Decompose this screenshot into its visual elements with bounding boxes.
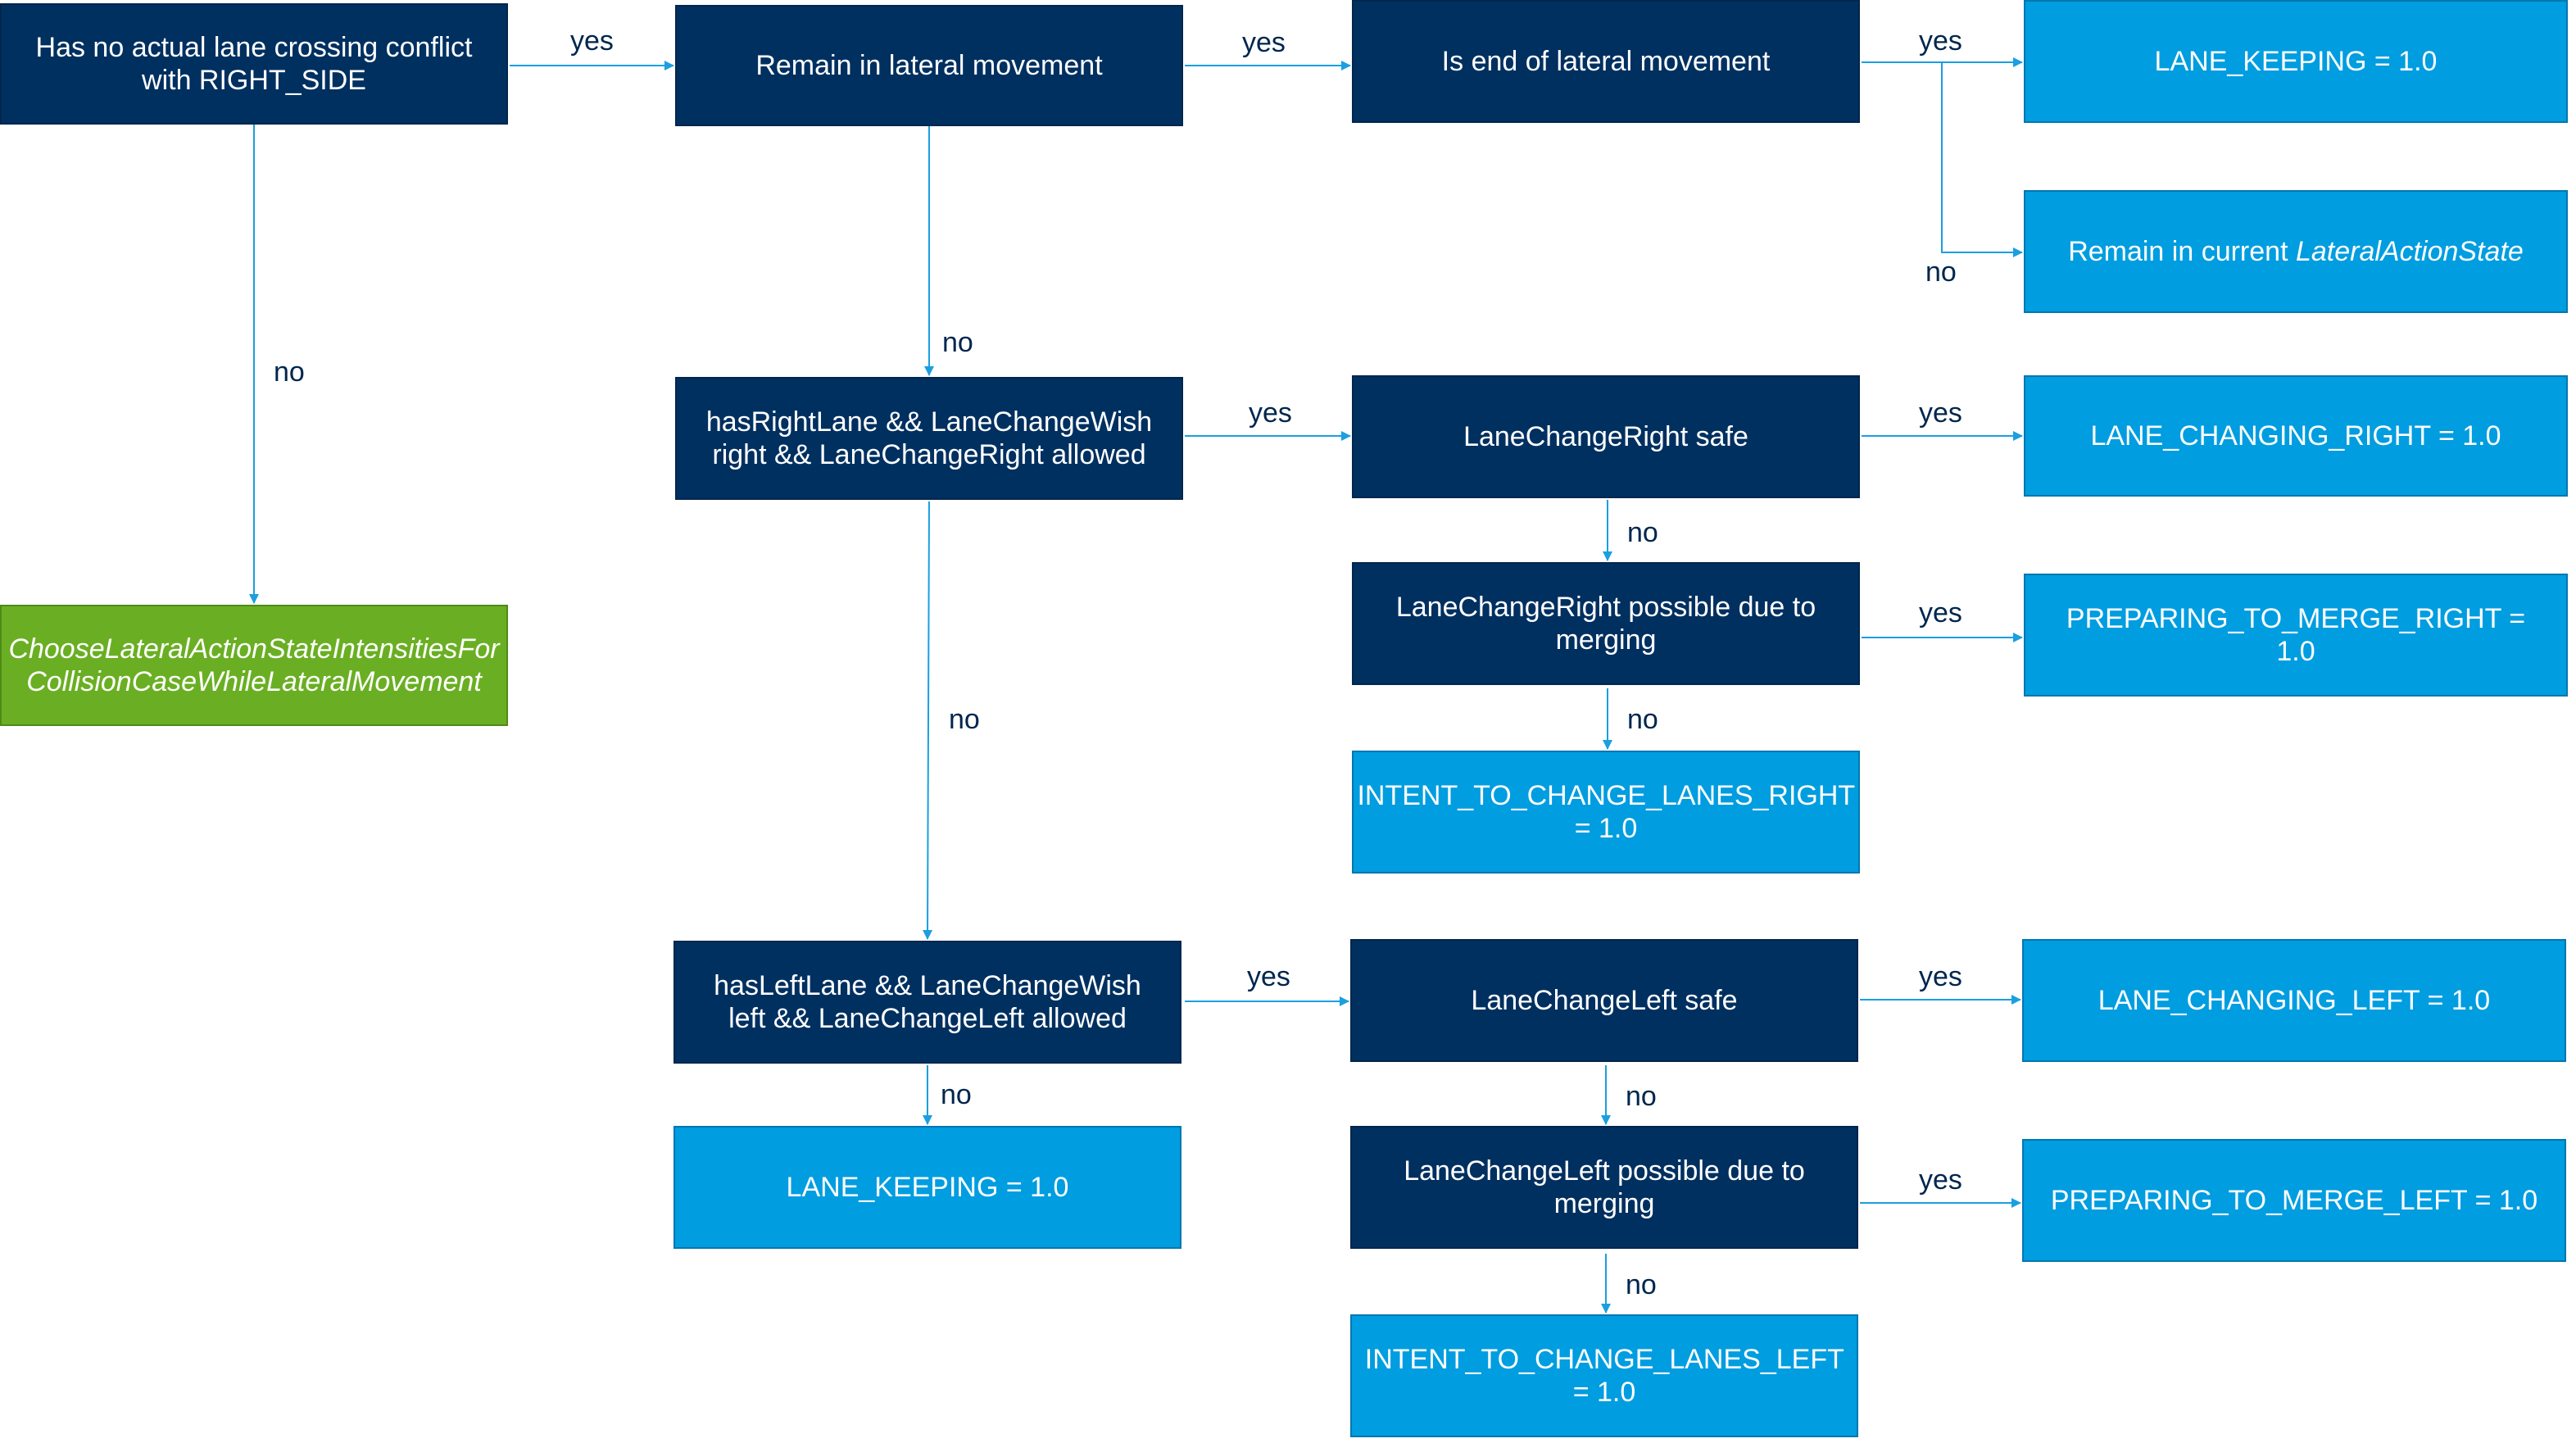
node-remain-current-state: Remain in current LateralActionState — [2024, 190, 2568, 313]
node-text: LaneChangeRight possible due to merging — [1395, 592, 1816, 656]
edge-label-yes: yes — [1249, 397, 1292, 429]
edge-label-no: no — [1925, 256, 1957, 288]
edge-label-no: no — [274, 356, 305, 388]
edge-end-no — [1941, 62, 2023, 257]
node-lcl-merging: LaneChangeLeft possible due to merging — [1350, 1126, 1858, 1249]
node-text: LaneChangeLeft safe — [1471, 985, 1738, 1016]
node-text-italic: LateralActionState — [2295, 236, 2524, 267]
node-text: ChooseLateralActionStateIntensitiesFor C… — [8, 633, 500, 697]
node-prep-merge-left: PREPARING_TO_MERGE_LEFT = 1.0 — [2022, 1139, 2566, 1262]
node-text: LANE_CHANGING_LEFT = 1.0 — [2098, 985, 2491, 1016]
node-lcr-merging: LaneChangeRight possible due to merging — [1352, 562, 1860, 685]
node-text: LANE_KEEPING = 1.0 — [2154, 46, 2438, 77]
node-text: Remain in current LateralActionState — [2068, 235, 2524, 268]
node-text: LANE_CHANGING_RIGHT = 1.0 — [2090, 420, 2501, 452]
edge-hasright-no — [923, 501, 933, 940]
edge-label-yes: yes — [1919, 1164, 1962, 1196]
node-remain-lateral: Remain in lateral movement — [675, 5, 1183, 126]
node-text: LaneChangeLeft possible due to merging — [1404, 1155, 1805, 1219]
node-intent-left: INTENT_TO_CHANGE_LANES_LEFT = 1.0 — [1350, 1314, 1858, 1437]
node-text-plain: Remain in current — [2068, 236, 2296, 267]
edge-label-no: no — [941, 1079, 972, 1110]
node-text: LaneChangeRight safe — [1463, 421, 1748, 452]
node-text: INTENT_TO_CHANGE_LANES_RIGHT = 1.0 — [1357, 780, 1856, 844]
node-lcl-safe: LaneChangeLeft safe — [1350, 939, 1858, 1062]
node-end-lateral: Is end of lateral movement — [1352, 0, 1860, 123]
node-lane-keeping-left: LANE_KEEPING = 1.0 — [673, 1126, 1181, 1249]
node-text: PREPARING_TO_MERGE_RIGHT = 1.0 — [2066, 603, 2526, 667]
node-has-left-lane: hasLeftLane && LaneChangeWish left && La… — [673, 941, 1181, 1064]
edge-label-yes: yes — [1919, 397, 1962, 429]
edge-label-no: no — [1626, 1269, 1657, 1300]
node-text: hasRightLane && LaneChangeWish right && … — [705, 406, 1153, 470]
node-lane-changing-left: LANE_CHANGING_LEFT = 1.0 — [2022, 939, 2566, 1062]
edge-label-yes: yes — [1919, 961, 1962, 992]
edge-label-no: no — [1627, 704, 1658, 735]
edge-label-no: no — [942, 327, 973, 358]
edge-label-yes: yes — [1242, 27, 1286, 58]
node-lane-changing-right: LANE_CHANGING_RIGHT = 1.0 — [2024, 375, 2568, 497]
node-text: hasLeftLane && LaneChangeWish left && La… — [714, 970, 1141, 1034]
node-lane-keeping-top: LANE_KEEPING = 1.0 — [2024, 0, 2568, 123]
node-intent-right: INTENT_TO_CHANGE_LANES_RIGHT = 1.0 — [1352, 751, 1860, 874]
edge-label-no: no — [1627, 517, 1658, 548]
node-text: LANE_KEEPING = 1.0 — [786, 1172, 1069, 1203]
edge-label-yes: yes — [1247, 961, 1290, 992]
node-text: PREPARING_TO_MERGE_LEFT = 1.0 — [2050, 1185, 2538, 1216]
node-collision-case: ChooseLateralActionStateIntensitiesFor C… — [0, 605, 508, 726]
node-prep-merge-right: PREPARING_TO_MERGE_RIGHT = 1.0 — [2024, 574, 2568, 697]
node-text: INTENT_TO_CHANGE_LANES_LEFT = 1.0 — [1364, 1344, 1844, 1408]
edge-label-no: no — [949, 704, 980, 735]
node-text: Has no actual lane crossing conflict wit… — [35, 32, 473, 96]
node-text: Remain in lateral movement — [755, 50, 1103, 81]
node-has-right-lane: hasRightLane && LaneChangeWish right && … — [675, 377, 1183, 500]
edge-label-yes: yes — [1919, 597, 1962, 628]
node-text: Is end of lateral movement — [1441, 46, 1771, 77]
node-root-decision: Has no actual lane crossing conflict wit… — [0, 3, 508, 125]
node-lcr-safe: LaneChangeRight safe — [1352, 375, 1860, 498]
edge-label-yes: yes — [570, 25, 614, 57]
edge-label-yes: yes — [1919, 25, 1962, 57]
edge-label-no: no — [1626, 1081, 1657, 1112]
